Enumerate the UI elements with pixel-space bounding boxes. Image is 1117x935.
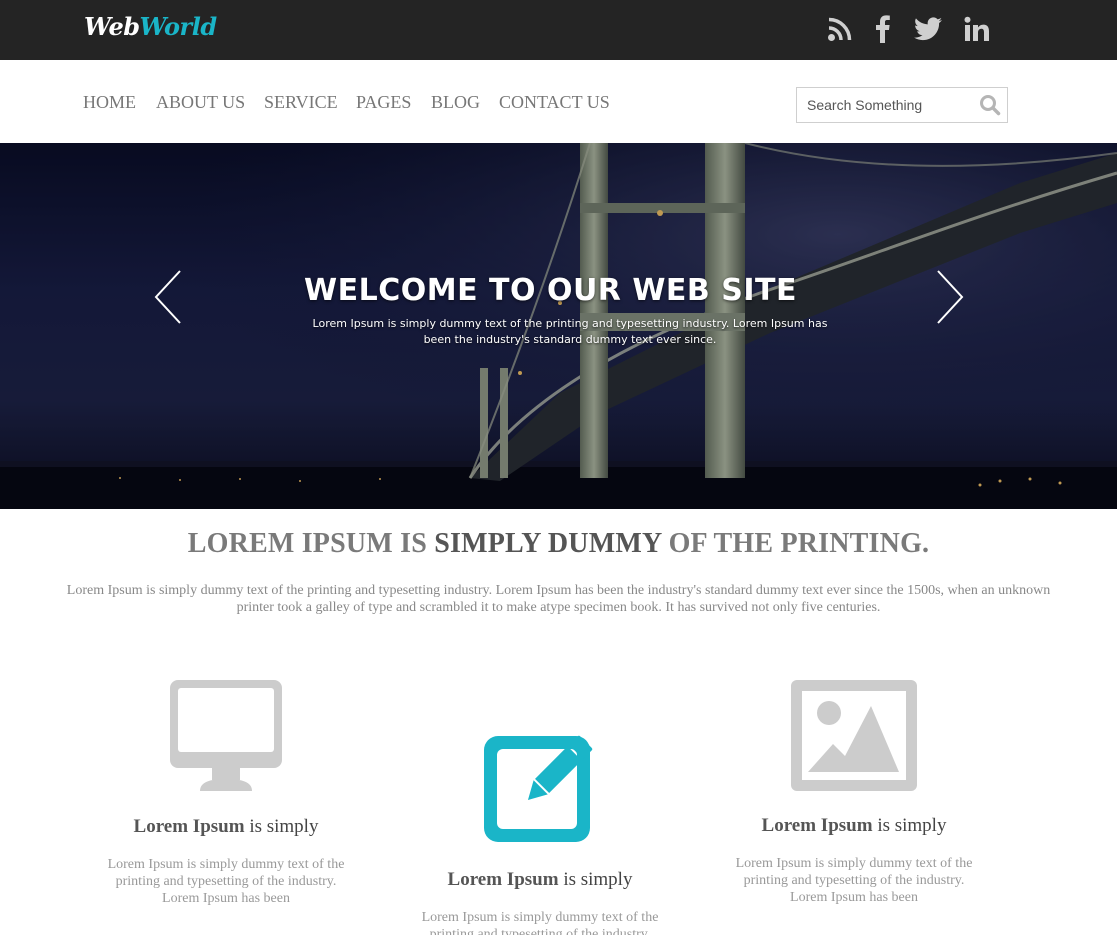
feature-title-3: Lorem Ipsum is simply — [704, 815, 1004, 837]
search-input[interactable] — [797, 88, 973, 122]
hero-text: Lorem Ipsum is simply dummy text of the … — [312, 317, 828, 346]
brand-logo[interactable]: WebWorld — [84, 12, 217, 41]
feature-title-1: Lorem Ipsum is simply — [76, 816, 376, 838]
brand-logo-part1: Web — [84, 12, 140, 41]
twitter-icon — [914, 17, 942, 41]
twitter-link[interactable] — [912, 12, 944, 46]
rss-icon — [828, 17, 852, 41]
feature-title-2-bold: Lorem Ipsum — [447, 869, 559, 890]
hero-title: WELCOME TO OUR WEB SITE — [304, 273, 797, 308]
main-nav: HOME ABOUT US SERVICE PAGES BLOG CONTACT… — [0, 60, 1117, 143]
edit-icon — [484, 735, 593, 842]
nav-item-blog[interactable]: BLOG — [431, 92, 480, 113]
feature-title-3-bold: Lorem Ipsum — [761, 815, 873, 836]
top-bar: WebWorld — [0, 0, 1117, 60]
feature-title-1-rest: is simply — [244, 816, 319, 837]
nav-item-service[interactable]: SERVICE — [264, 92, 338, 113]
linkedin-link[interactable] — [962, 12, 992, 46]
facebook-icon — [876, 15, 890, 43]
monitor-icon — [170, 680, 282, 791]
feature-text-1: Lorem Ipsum is simply dummy text of the … — [107, 857, 345, 906]
rss-link[interactable] — [826, 12, 854, 46]
nav-item-contact-us[interactable]: CONTACT US — [499, 92, 610, 113]
intro-text: Lorem Ipsum is simply dummy text of the … — [66, 583, 1051, 615]
feature-card-2: Lorem Ipsum is simply Lorem Ipsum is sim… — [390, 728, 690, 935]
linkedin-icon — [964, 16, 989, 41]
brand-logo-part2: World — [139, 12, 218, 41]
intro-title-part1: LOREM IPSUM IS — [187, 528, 435, 559]
intro-title: LOREM IPSUM IS SIMPLY DUMMY OF THE PRINT… — [0, 528, 1117, 560]
feature-card-1: Lorem Ipsum is simply Lorem Ipsum is sim… — [76, 678, 376, 928]
hero-slider: WELCOME TO OUR WEB SITE Lorem Ipsum is s… — [0, 143, 1117, 509]
image-icon — [791, 680, 917, 791]
feature-card-3: Lorem Ipsum is simply Lorem Ipsum is sim… — [704, 680, 1004, 930]
nav-item-about-us[interactable]: ABOUT US — [156, 92, 245, 113]
search-icon — [980, 95, 1001, 116]
search-button[interactable] — [979, 94, 1001, 116]
feature-title-3-rest: is simply — [872, 815, 947, 836]
intro-title-part3: OF THE PRINTING. — [661, 528, 930, 559]
feature-title-2: Lorem Ipsum is simply — [390, 869, 690, 891]
intro-title-part2: SIMPLY DUMMY — [434, 528, 662, 559]
feature-title-1-bold: Lorem Ipsum — [133, 816, 245, 837]
feature-title-2-rest: is simply — [558, 869, 633, 890]
search-box — [796, 87, 1008, 123]
feature-text-2: Lorem Ipsum is simply dummy text of the … — [421, 910, 659, 935]
feature-text-3: Lorem Ipsum is simply dummy text of the … — [735, 856, 973, 905]
facebook-link[interactable] — [872, 12, 894, 46]
nav-item-home[interactable]: HOME — [83, 92, 136, 113]
nav-item-pages[interactable]: PAGES — [356, 92, 411, 113]
